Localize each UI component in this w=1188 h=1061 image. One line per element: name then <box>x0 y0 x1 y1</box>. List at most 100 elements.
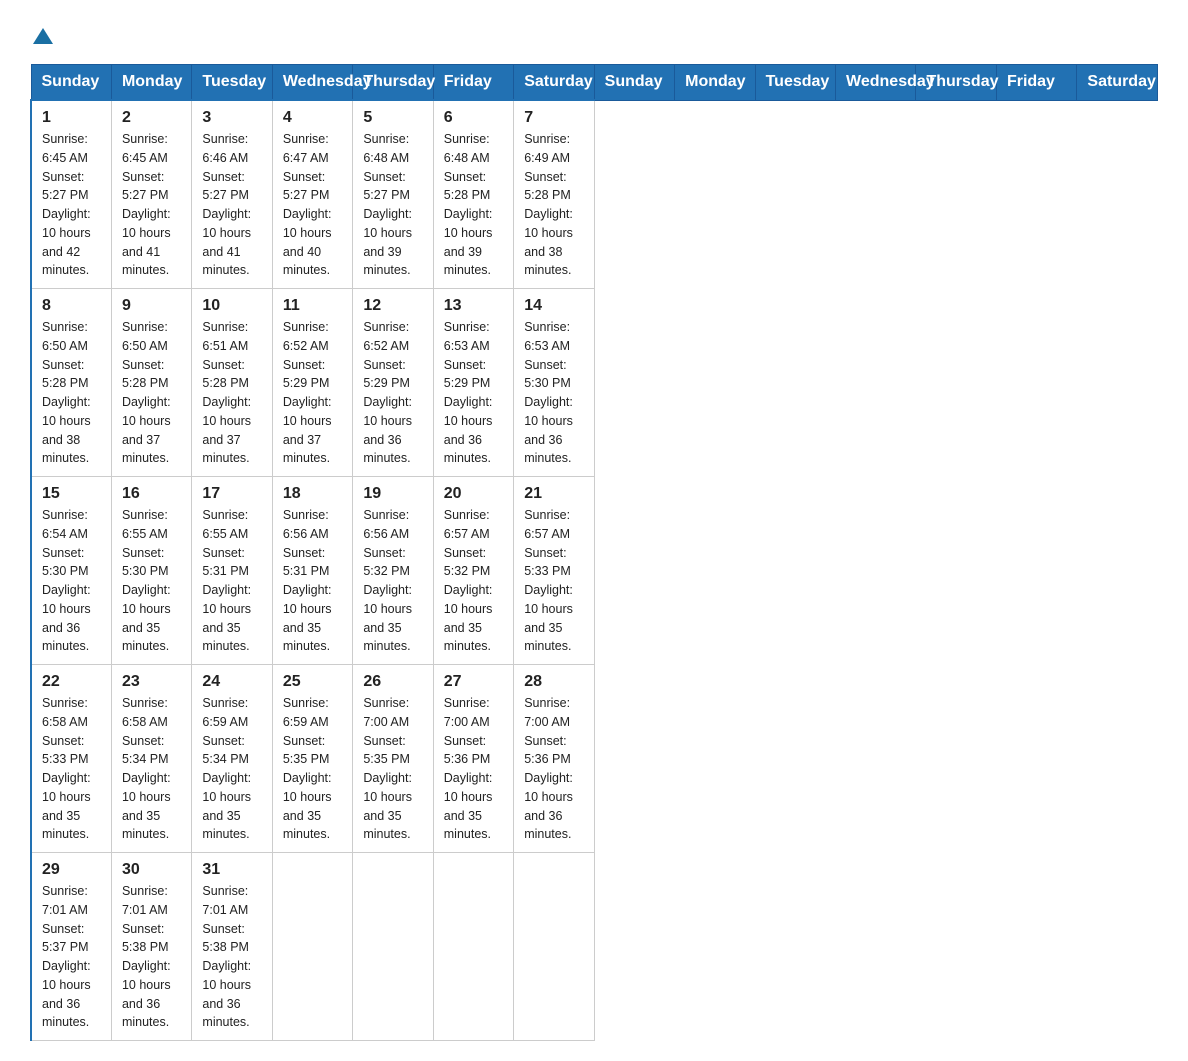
day-number: 4 <box>283 109 342 127</box>
day-info: Sunrise: 7:01 AMSunset: 5:38 PMDaylight:… <box>202 884 251 1029</box>
day-header-wednesday: Wednesday <box>836 65 916 101</box>
day-number: 2 <box>122 109 181 127</box>
calendar-cell <box>272 853 352 1041</box>
calendar-cell: 12 Sunrise: 6:52 AMSunset: 5:29 PMDaylig… <box>353 289 433 477</box>
day-number: 19 <box>363 485 422 503</box>
day-number: 13 <box>444 297 503 315</box>
calendar-cell: 13 Sunrise: 6:53 AMSunset: 5:29 PMDaylig… <box>433 289 513 477</box>
day-header-tuesday: Tuesday <box>192 65 272 101</box>
day-number: 1 <box>42 109 101 127</box>
day-info: Sunrise: 6:47 AMSunset: 5:27 PMDaylight:… <box>283 132 332 277</box>
calendar-cell: 11 Sunrise: 6:52 AMSunset: 5:29 PMDaylig… <box>272 289 352 477</box>
calendar-week-5: 29 Sunrise: 7:01 AMSunset: 5:37 PMDaylig… <box>31 853 1158 1041</box>
day-info: Sunrise: 6:53 AMSunset: 5:29 PMDaylight:… <box>444 320 493 465</box>
calendar-cell: 4 Sunrise: 6:47 AMSunset: 5:27 PMDayligh… <box>272 100 352 289</box>
day-header-thursday: Thursday <box>353 65 433 101</box>
calendar-week-3: 15 Sunrise: 6:54 AMSunset: 5:30 PMDaylig… <box>31 477 1158 665</box>
day-number: 18 <box>283 485 342 503</box>
day-info: Sunrise: 6:59 AMSunset: 5:35 PMDaylight:… <box>283 696 332 841</box>
day-info: Sunrise: 6:50 AMSunset: 5:28 PMDaylight:… <box>42 320 91 465</box>
calendar-cell <box>433 853 513 1041</box>
day-header-tuesday: Tuesday <box>755 65 835 101</box>
day-number: 8 <box>42 297 101 315</box>
calendar-cell: 6 Sunrise: 6:48 AMSunset: 5:28 PMDayligh… <box>433 100 513 289</box>
calendar-cell: 19 Sunrise: 6:56 AMSunset: 5:32 PMDaylig… <box>353 477 433 665</box>
day-number: 9 <box>122 297 181 315</box>
day-info: Sunrise: 7:00 AMSunset: 5:36 PMDaylight:… <box>524 696 573 841</box>
day-header-saturday: Saturday <box>514 65 594 101</box>
calendar-cell: 22 Sunrise: 6:58 AMSunset: 5:33 PMDaylig… <box>31 665 111 853</box>
day-header-saturday: Saturday <box>1077 65 1158 101</box>
day-info: Sunrise: 6:57 AMSunset: 5:32 PMDaylight:… <box>444 508 493 653</box>
day-info: Sunrise: 6:58 AMSunset: 5:33 PMDaylight:… <box>42 696 91 841</box>
day-info: Sunrise: 6:56 AMSunset: 5:31 PMDaylight:… <box>283 508 332 653</box>
day-header-sunday: Sunday <box>31 65 111 101</box>
day-header-friday: Friday <box>433 65 513 101</box>
day-info: Sunrise: 6:45 AMSunset: 5:27 PMDaylight:… <box>42 132 91 277</box>
day-info: Sunrise: 7:01 AMSunset: 5:37 PMDaylight:… <box>42 884 91 1029</box>
calendar-cell: 29 Sunrise: 7:01 AMSunset: 5:37 PMDaylig… <box>31 853 111 1041</box>
day-header-monday: Monday <box>111 65 191 101</box>
day-number: 11 <box>283 297 342 315</box>
day-number: 16 <box>122 485 181 503</box>
day-header-thursday: Thursday <box>916 65 996 101</box>
calendar-table: SundayMondayTuesdayWednesdayThursdayFrid… <box>30 64 1158 1041</box>
day-number: 14 <box>524 297 583 315</box>
day-header-monday: Monday <box>675 65 755 101</box>
day-info: Sunrise: 6:51 AMSunset: 5:28 PMDaylight:… <box>202 320 251 465</box>
calendar-cell: 15 Sunrise: 6:54 AMSunset: 5:30 PMDaylig… <box>31 477 111 665</box>
calendar-cell: 31 Sunrise: 7:01 AMSunset: 5:38 PMDaylig… <box>192 853 272 1041</box>
day-info: Sunrise: 7:01 AMSunset: 5:38 PMDaylight:… <box>122 884 171 1029</box>
calendar-cell: 3 Sunrise: 6:46 AMSunset: 5:27 PMDayligh… <box>192 100 272 289</box>
day-info: Sunrise: 6:48 AMSunset: 5:27 PMDaylight:… <box>363 132 412 277</box>
calendar-cell: 16 Sunrise: 6:55 AMSunset: 5:30 PMDaylig… <box>111 477 191 665</box>
day-info: Sunrise: 6:55 AMSunset: 5:30 PMDaylight:… <box>122 508 171 653</box>
day-number: 3 <box>202 109 261 127</box>
calendar-cell: 14 Sunrise: 6:53 AMSunset: 5:30 PMDaylig… <box>514 289 594 477</box>
day-header-wednesday: Wednesday <box>272 65 352 101</box>
day-number: 22 <box>42 673 101 691</box>
day-info: Sunrise: 6:50 AMSunset: 5:28 PMDaylight:… <box>122 320 171 465</box>
calendar-week-2: 8 Sunrise: 6:50 AMSunset: 5:28 PMDayligh… <box>31 289 1158 477</box>
calendar-cell: 5 Sunrise: 6:48 AMSunset: 5:27 PMDayligh… <box>353 100 433 289</box>
day-info: Sunrise: 7:00 AMSunset: 5:36 PMDaylight:… <box>444 696 493 841</box>
calendar-cell: 20 Sunrise: 6:57 AMSunset: 5:32 PMDaylig… <box>433 477 513 665</box>
logo-triangle-icon <box>33 20 53 54</box>
day-number: 30 <box>122 861 181 879</box>
day-number: 26 <box>363 673 422 691</box>
page-header <box>30 20 1158 48</box>
day-info: Sunrise: 6:49 AMSunset: 5:28 PMDaylight:… <box>524 132 573 277</box>
calendar-cell: 1 Sunrise: 6:45 AMSunset: 5:27 PMDayligh… <box>31 100 111 289</box>
day-number: 29 <box>42 861 101 879</box>
day-header-sunday: Sunday <box>594 65 674 101</box>
calendar-cell: 7 Sunrise: 6:49 AMSunset: 5:28 PMDayligh… <box>514 100 594 289</box>
day-info: Sunrise: 6:58 AMSunset: 5:34 PMDaylight:… <box>122 696 171 841</box>
day-info: Sunrise: 6:45 AMSunset: 5:27 PMDaylight:… <box>122 132 171 277</box>
day-info: Sunrise: 6:46 AMSunset: 5:27 PMDaylight:… <box>202 132 251 277</box>
calendar-cell: 10 Sunrise: 6:51 AMSunset: 5:28 PMDaylig… <box>192 289 272 477</box>
calendar-cell: 21 Sunrise: 6:57 AMSunset: 5:33 PMDaylig… <box>514 477 594 665</box>
day-number: 20 <box>444 485 503 503</box>
day-number: 15 <box>42 485 101 503</box>
calendar-cell: 8 Sunrise: 6:50 AMSunset: 5:28 PMDayligh… <box>31 289 111 477</box>
day-number: 21 <box>524 485 583 503</box>
calendar-cell: 17 Sunrise: 6:55 AMSunset: 5:31 PMDaylig… <box>192 477 272 665</box>
calendar-week-1: 1 Sunrise: 6:45 AMSunset: 5:27 PMDayligh… <box>31 100 1158 289</box>
calendar-cell: 2 Sunrise: 6:45 AMSunset: 5:27 PMDayligh… <box>111 100 191 289</box>
calendar-cell: 28 Sunrise: 7:00 AMSunset: 5:36 PMDaylig… <box>514 665 594 853</box>
day-info: Sunrise: 6:57 AMSunset: 5:33 PMDaylight:… <box>524 508 573 653</box>
day-number: 7 <box>524 109 583 127</box>
calendar-header-row: SundayMondayTuesdayWednesdayThursdayFrid… <box>31 65 1158 101</box>
day-info: Sunrise: 6:48 AMSunset: 5:28 PMDaylight:… <box>444 132 493 277</box>
day-info: Sunrise: 6:52 AMSunset: 5:29 PMDaylight:… <box>283 320 332 465</box>
day-number: 28 <box>524 673 583 691</box>
day-info: Sunrise: 6:59 AMSunset: 5:34 PMDaylight:… <box>202 696 251 841</box>
day-number: 5 <box>363 109 422 127</box>
day-number: 12 <box>363 297 422 315</box>
logo <box>30 20 54 48</box>
day-info: Sunrise: 6:53 AMSunset: 5:30 PMDaylight:… <box>524 320 573 465</box>
day-number: 17 <box>202 485 261 503</box>
day-number: 24 <box>202 673 261 691</box>
day-info: Sunrise: 6:52 AMSunset: 5:29 PMDaylight:… <box>363 320 412 465</box>
day-number: 27 <box>444 673 503 691</box>
